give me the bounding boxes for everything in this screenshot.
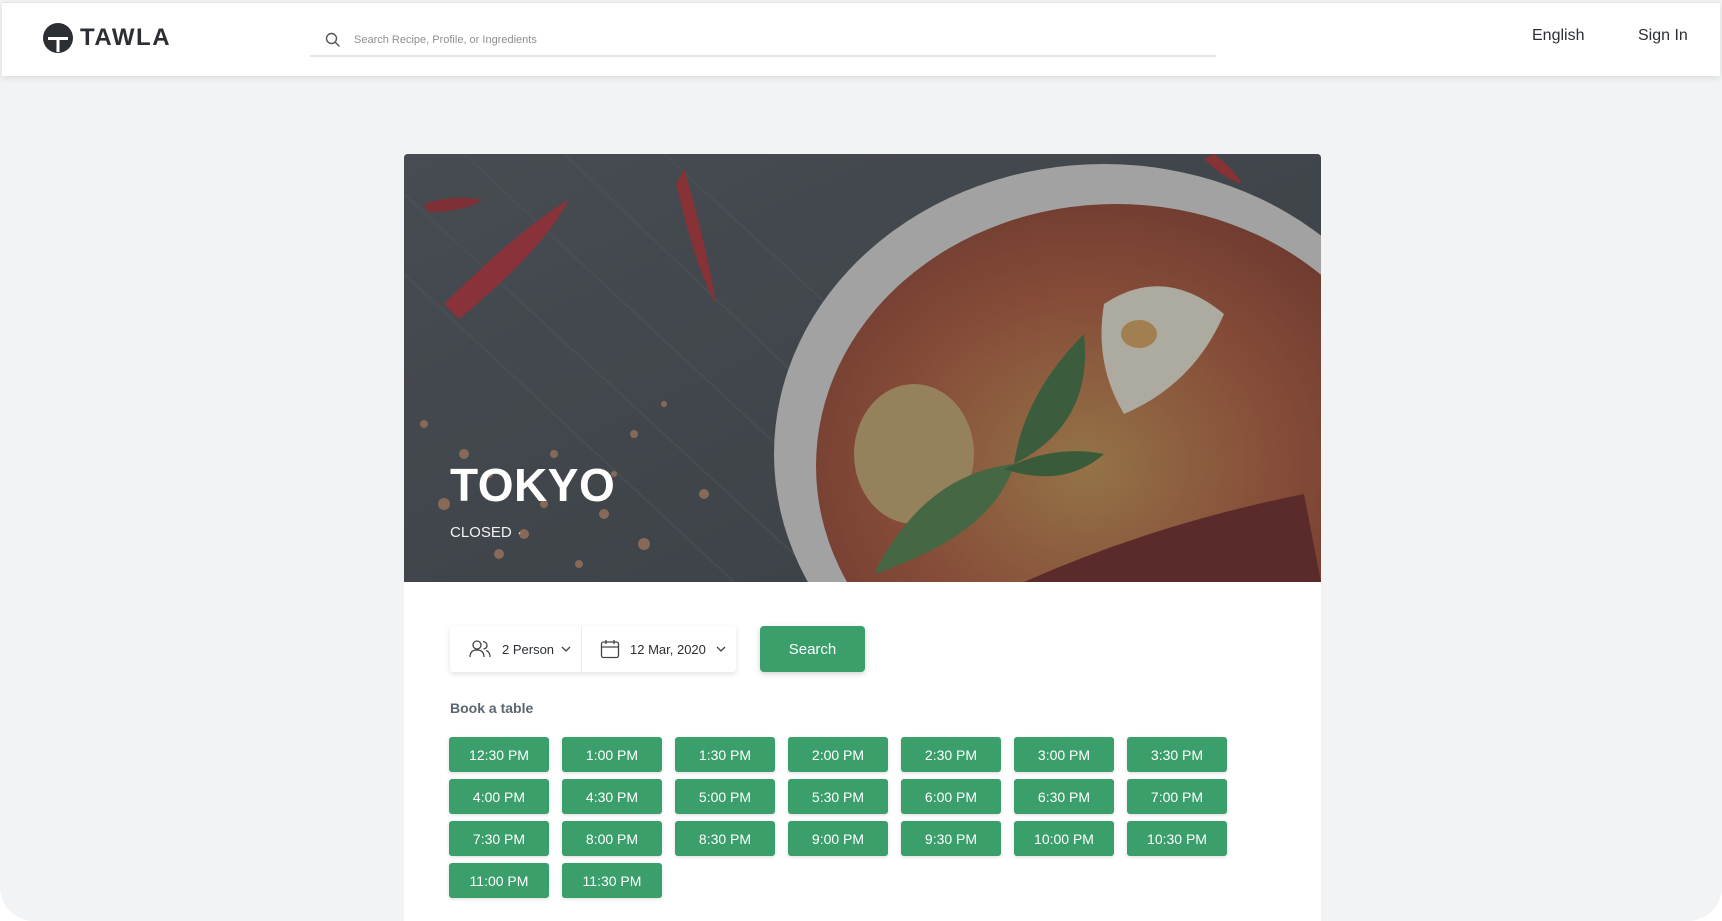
calendar-icon: [600, 640, 620, 659]
time-slot[interactable]: 11:00 PM: [449, 863, 549, 898]
guests-dropdown[interactable]: 2 Person: [450, 626, 581, 672]
restaurant-name: TOKYO: [450, 459, 616, 511]
chevron-down-icon: [716, 646, 726, 652]
food-photo: [404, 154, 1321, 582]
brand-logo[interactable]: TAWLA: [42, 21, 171, 55]
open-status: CLOSED: [450, 524, 512, 541]
restaurant-card: TOKYO CLOSED · 2 Person 12 Mar, 2020 Sea…: [404, 154, 1321, 921]
language-selector[interactable]: English: [1532, 27, 1584, 45]
time-slot[interactable]: 11:30 PM: [562, 863, 662, 898]
chevron-down-icon: [561, 646, 571, 652]
time-slot[interactable]: 2:30 PM: [901, 737, 1001, 772]
time-slot[interactable]: 10:30 PM: [1127, 821, 1227, 856]
time-slot[interactable]: 3:30 PM: [1127, 737, 1227, 772]
time-slot[interactable]: 10:00 PM: [1014, 821, 1114, 856]
people-icon: [469, 640, 491, 658]
brand-name: TAWLA: [80, 24, 172, 51]
time-slot[interactable]: 7:30 PM: [449, 821, 549, 856]
time-slot[interactable]: 4:00 PM: [449, 779, 549, 814]
search-icon: [325, 32, 340, 47]
restaurant-hero-image: TOKYO CLOSED ·: [404, 154, 1321, 582]
time-slot[interactable]: 3:00 PM: [1014, 737, 1114, 772]
time-slot[interactable]: 4:30 PM: [562, 779, 662, 814]
app-frame: TAWLA English Sign In: [0, 0, 1722, 921]
sign-in-link[interactable]: Sign In: [1638, 27, 1688, 45]
time-slot[interactable]: 8:00 PM: [562, 821, 662, 856]
search-button[interactable]: Search: [760, 626, 865, 672]
time-slot[interactable]: 9:30 PM: [901, 821, 1001, 856]
time-slot[interactable]: 1:30 PM: [675, 737, 775, 772]
date-value: 12 Mar, 2020: [630, 641, 706, 657]
time-slot[interactable]: 6:30 PM: [1014, 779, 1114, 814]
time-slot[interactable]: 12:30 PM: [449, 737, 549, 772]
date-dropdown[interactable]: 12 Mar, 2020: [581, 626, 736, 672]
search-input[interactable]: [354, 34, 1194, 46]
tawla-logo-icon: [43, 23, 73, 53]
time-slot[interactable]: 1:00 PM: [562, 737, 662, 772]
top-header: TAWLA English Sign In: [2, 2, 1720, 76]
booking-controls: 2 Person 12 Mar, 2020 Search: [450, 626, 865, 672]
time-slot[interactable]: 5:30 PM: [788, 779, 888, 814]
time-slot[interactable]: 7:00 PM: [1127, 779, 1227, 814]
book-table-heading: Book a table: [450, 700, 534, 716]
time-slot[interactable]: 6:00 PM: [901, 779, 1001, 814]
status-separator: ·: [517, 524, 522, 541]
time-slots: 12:30 PM 1:00 PM 1:30 PM 2:00 PM 2:30 PM…: [449, 737, 1249, 898]
time-slot[interactable]: 5:00 PM: [675, 779, 775, 814]
global-search: [310, 25, 1216, 57]
time-slot[interactable]: 8:30 PM: [675, 821, 775, 856]
time-slot[interactable]: 9:00 PM: [788, 821, 888, 856]
time-slot[interactable]: 2:00 PM: [788, 737, 888, 772]
guests-value: 2 Person: [502, 641, 555, 657]
booking-filters: 2 Person 12 Mar, 2020: [450, 626, 736, 672]
